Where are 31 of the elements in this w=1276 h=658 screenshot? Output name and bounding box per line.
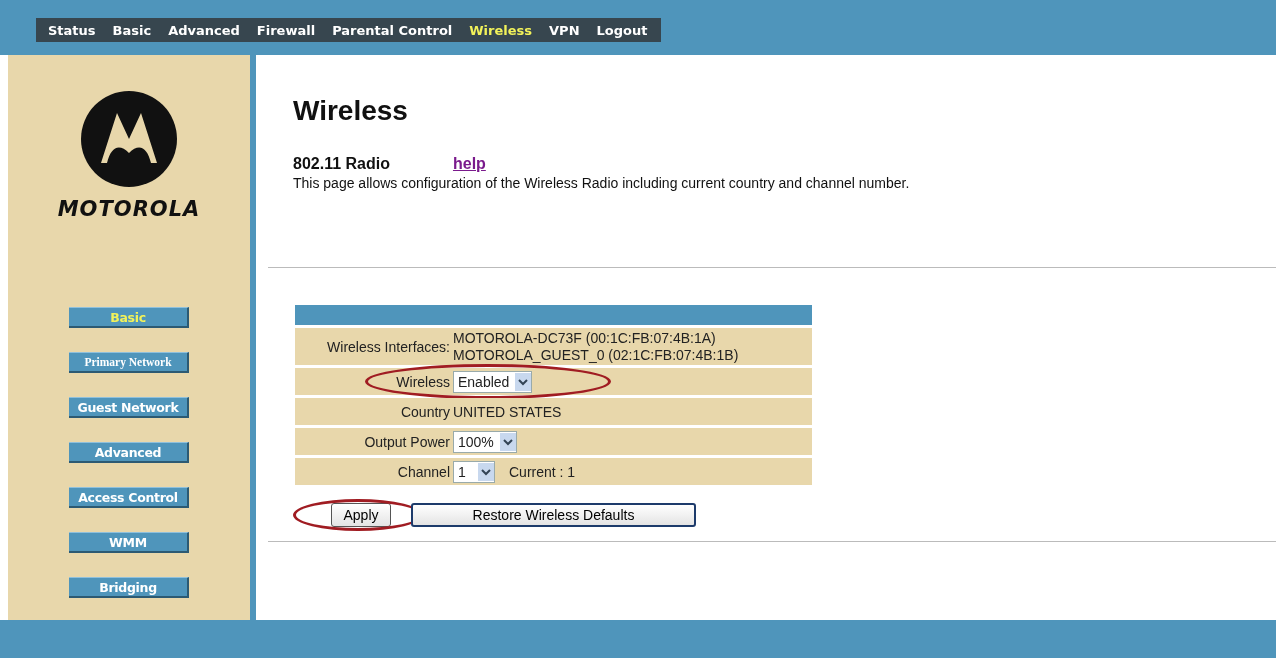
nav-tab[interactable]: Wireless <box>469 22 533 38</box>
nav-tab[interactable]: Advanced <box>168 22 240 38</box>
section-title: 802.11 Radio <box>293 155 390 173</box>
dropdown[interactable]: Enabled <box>453 370 533 393</box>
current-value: Current : 1 <box>509 463 576 480</box>
chevron-down-icon <box>478 462 494 481</box>
dropdown[interactable]: 1 <box>453 460 495 483</box>
field-value: UNITED STATES <box>453 403 562 420</box>
logo-icon <box>81 91 177 187</box>
nav-tab[interactable]: Parental Control <box>332 22 453 38</box>
field-label: Output Power <box>363 433 451 450</box>
apply-button[interactable]: Apply <box>331 503 391 527</box>
chevron-down-icon <box>515 372 532 391</box>
nav-tab[interactable]: Firewall <box>256 22 316 38</box>
field-label: Country <box>399 403 451 420</box>
field-value: MOTOROLA_GUEST_0 (02:1C:FB:07:4B:1B) <box>453 347 739 363</box>
nav-tab[interactable]: VPN <box>549 22 580 38</box>
page-description: This page allows configuration of the Wireless Radio including current country and channel number. <box>293 175 911 191</box>
field-label: Channel <box>396 463 451 480</box>
brand-name: MOTOROLA <box>57 197 201 221</box>
page-title: Wireless <box>293 95 409 127</box>
nav-tab[interactable]: Logout <box>596 22 648 38</box>
nav-tab[interactable]: Status <box>48 22 96 38</box>
help-link[interactable]: help <box>452 155 486 173</box>
dropdown[interactable]: 100% <box>453 430 517 453</box>
restore-defaults-button[interactable]: Restore Wireless Defaults <box>411 503 696 527</box>
field-label: Wireless <box>395 373 451 390</box>
nav-tab[interactable]: Basic <box>112 22 152 38</box>
field-label: Wireless Interfaces: <box>326 338 451 355</box>
field-value: MOTOROLA-DC73F (00:1C:FB:07:4B:1A) <box>453 330 716 346</box>
chevron-down-icon <box>499 432 516 451</box>
